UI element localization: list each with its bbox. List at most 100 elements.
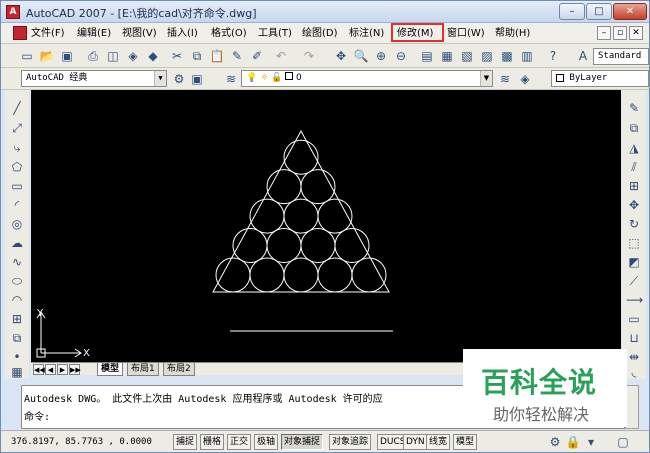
tab-last-button[interactable]: ▶▶ bbox=[69, 364, 81, 375]
minimize-button[interactable]: – bbox=[559, 3, 585, 20]
help-icon[interactable]: ? bbox=[545, 48, 561, 64]
grid-toggle[interactable]: 栅格 bbox=[200, 434, 225, 450]
workspace-select[interactable]: AutoCAD 经典 ▼ bbox=[21, 70, 167, 87]
model-toggle[interactable]: 模型 bbox=[453, 434, 478, 450]
snap-toggle[interactable]: 捕捉 bbox=[173, 434, 198, 450]
offset-icon[interactable]: ⫽ bbox=[626, 159, 642, 175]
publish-icon[interactable]: ◈ bbox=[125, 48, 141, 64]
make-current-layer-icon[interactable]: ≋ bbox=[497, 71, 513, 87]
cut-icon[interactable]: ✂ bbox=[169, 48, 185, 64]
layer-select[interactable]: 💡 ☼ 🔓 0 ▼ bbox=[241, 70, 493, 87]
zoom-window-icon[interactable]: ⊕ bbox=[373, 48, 389, 64]
doc-minimize-button[interactable]: – bbox=[597, 26, 611, 40]
close-button[interactable]: ✕ bbox=[613, 3, 647, 20]
markup-icon[interactable]: ▩ bbox=[499, 48, 515, 64]
workspace-save-icon[interactable]: ▣ bbox=[189, 71, 205, 87]
menu-edit[interactable]: 编辑(E) bbox=[77, 26, 111, 41]
ellipse-icon[interactable]: ⬭ bbox=[9, 273, 25, 289]
open-file-icon[interactable]: 📂 bbox=[39, 48, 55, 64]
polyline-icon[interactable]: ⤷ bbox=[9, 140, 25, 156]
polar-toggle[interactable]: 极轴 bbox=[254, 434, 279, 450]
pan-icon[interactable]: ✥ bbox=[333, 48, 349, 64]
properties-icon[interactable]: ▤ bbox=[419, 48, 435, 64]
rotate-icon[interactable]: ↻ bbox=[626, 216, 642, 232]
tool-palettes-icon[interactable]: ▧ bbox=[459, 48, 475, 64]
spline-icon[interactable]: ∿ bbox=[9, 254, 25, 270]
ortho-toggle[interactable]: 正交 bbox=[227, 434, 252, 450]
menu-help[interactable]: 帮助(H) bbox=[495, 26, 530, 41]
insert-block-icon[interactable]: ⊞ bbox=[9, 311, 25, 327]
communication-center-icon[interactable]: ⚙ bbox=[547, 434, 563, 450]
tab-first-button[interactable]: ◀◀ bbox=[33, 364, 45, 375]
3d-dwf-icon[interactable]: ◆ bbox=[145, 48, 161, 64]
lineweight-toggle[interactable]: 线宽 bbox=[426, 434, 451, 450]
copy-object-icon[interactable]: ⧉ bbox=[626, 120, 642, 136]
plot-preview-icon[interactable]: ◫ bbox=[105, 48, 121, 64]
clean-screen-icon[interactable]: ▢ bbox=[615, 434, 631, 450]
array-icon[interactable]: ⊞ bbox=[626, 178, 642, 194]
menu-dimension[interactable]: 标注(N) bbox=[349, 26, 384, 41]
tab-layout2[interactable]: 布局2 bbox=[163, 363, 195, 376]
redo-icon[interactable]: ↷ bbox=[301, 48, 317, 64]
break-icon[interactable]: ▭ bbox=[626, 311, 642, 327]
revision-cloud-icon[interactable]: ☁ bbox=[9, 235, 25, 251]
ellipse-arc-icon[interactable]: ◠ bbox=[9, 292, 25, 308]
extend-icon[interactable]: ⟶ bbox=[626, 292, 643, 308]
menu-view[interactable]: 视图(V) bbox=[122, 26, 157, 41]
layer-properties-icon[interactable]: ≋ bbox=[223, 71, 239, 87]
color-select[interactable]: ByLayer bbox=[551, 70, 649, 87]
tab-prev-button[interactable]: ◀ bbox=[45, 364, 56, 375]
doc-close-button[interactable]: ✕ bbox=[629, 26, 643, 40]
scale-icon[interactable]: ⬚ bbox=[626, 235, 642, 251]
hatch-icon[interactable]: ▦ bbox=[9, 364, 25, 380]
tray-settings-icon[interactable]: ▾ bbox=[583, 434, 599, 450]
design-center-icon[interactable]: ▦ bbox=[439, 48, 455, 64]
menu-draw[interactable]: 绘图(D) bbox=[302, 26, 338, 41]
dyn-toggle[interactable]: DYN bbox=[403, 434, 428, 450]
construction-line-icon[interactable]: ⤢ bbox=[9, 120, 25, 136]
make-block-icon[interactable]: ⧉ bbox=[9, 330, 25, 346]
drawing-area[interactable]: Y X bbox=[31, 90, 621, 362]
new-file-icon[interactable]: ▭ bbox=[19, 48, 35, 64]
fillet-icon[interactable]: ◟ bbox=[626, 364, 642, 380]
paste-icon[interactable]: 📋 bbox=[209, 48, 225, 64]
save-icon[interactable]: ▣ bbox=[59, 48, 75, 64]
menu-insert[interactable]: 插入(I) bbox=[167, 26, 198, 41]
calculator-icon[interactable]: ▥ bbox=[519, 48, 535, 64]
point-icon[interactable]: • bbox=[9, 349, 25, 365]
tab-layout1[interactable]: 布局1 bbox=[127, 363, 159, 376]
copy-icon[interactable]: ⧉ bbox=[189, 48, 205, 64]
stretch-icon[interactable]: ◩ bbox=[626, 254, 642, 270]
menu-window[interactable]: 窗口(W) bbox=[447, 26, 485, 41]
rectangle-icon[interactable]: ▭ bbox=[9, 178, 25, 194]
plot-icon[interactable]: ⎙ bbox=[85, 48, 101, 64]
workspace-settings-icon[interactable]: ⚙ bbox=[171, 71, 187, 87]
command-scrollbar[interactable] bbox=[625, 385, 639, 429]
arc-icon[interactable]: ◜ bbox=[9, 197, 25, 213]
chamfer-icon[interactable]: ⇹ bbox=[626, 349, 642, 365]
text-style-select[interactable]: Standard bbox=[593, 48, 649, 65]
mirror-icon[interactable]: ◮ bbox=[626, 140, 642, 156]
move-icon[interactable]: ✥ bbox=[626, 197, 642, 213]
menu-tools[interactable]: 工具(T) bbox=[258, 26, 292, 41]
autocad-app-icon[interactable]: A bbox=[6, 5, 20, 19]
otrack-toggle[interactable]: 对象追踪 bbox=[329, 434, 372, 450]
maximize-button[interactable]: □ bbox=[586, 3, 612, 20]
sheet-set-icon[interactable]: ▨ bbox=[479, 48, 495, 64]
tab-next-button[interactable]: ▶ bbox=[57, 364, 68, 375]
lock-icon[interactable]: 🔒 bbox=[565, 434, 581, 450]
block-editor-icon[interactable]: ✐ bbox=[249, 48, 265, 64]
zoom-previous-icon[interactable]: ⊖ bbox=[393, 48, 409, 64]
layer-previous-icon[interactable]: ◈ bbox=[517, 71, 533, 87]
join-icon[interactable]: ⊔ bbox=[626, 330, 642, 346]
text-style-icon[interactable]: A bbox=[575, 48, 591, 64]
menu-file[interactable]: 文件(F) bbox=[31, 26, 65, 41]
trim-icon[interactable]: ⟋ bbox=[626, 273, 642, 289]
match-properties-icon[interactable]: ✎ bbox=[229, 48, 245, 64]
erase-icon[interactable]: ✎ bbox=[626, 100, 642, 116]
tab-model[interactable]: 模型 bbox=[97, 363, 124, 376]
undo-icon[interactable]: ↶ bbox=[273, 48, 289, 64]
circle-icon[interactable]: ◎ bbox=[9, 216, 25, 232]
polygon-icon[interactable]: ⬠ bbox=[9, 159, 25, 175]
osnap-toggle[interactable]: 对象捕捉 bbox=[281, 434, 324, 450]
